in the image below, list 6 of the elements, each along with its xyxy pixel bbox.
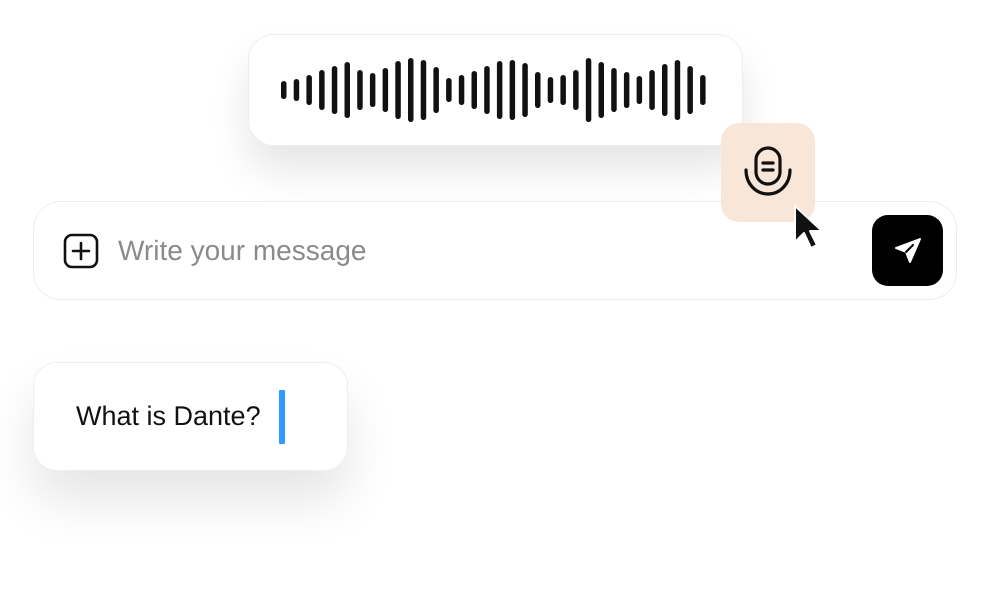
message-input[interactable]: Write your message	[33, 201, 957, 300]
send-icon	[892, 236, 922, 266]
message-text: What is Dante?	[76, 401, 261, 432]
send-button[interactable]	[872, 215, 943, 286]
add-icon[interactable]	[61, 231, 101, 271]
microphone-button[interactable]	[721, 123, 815, 222]
